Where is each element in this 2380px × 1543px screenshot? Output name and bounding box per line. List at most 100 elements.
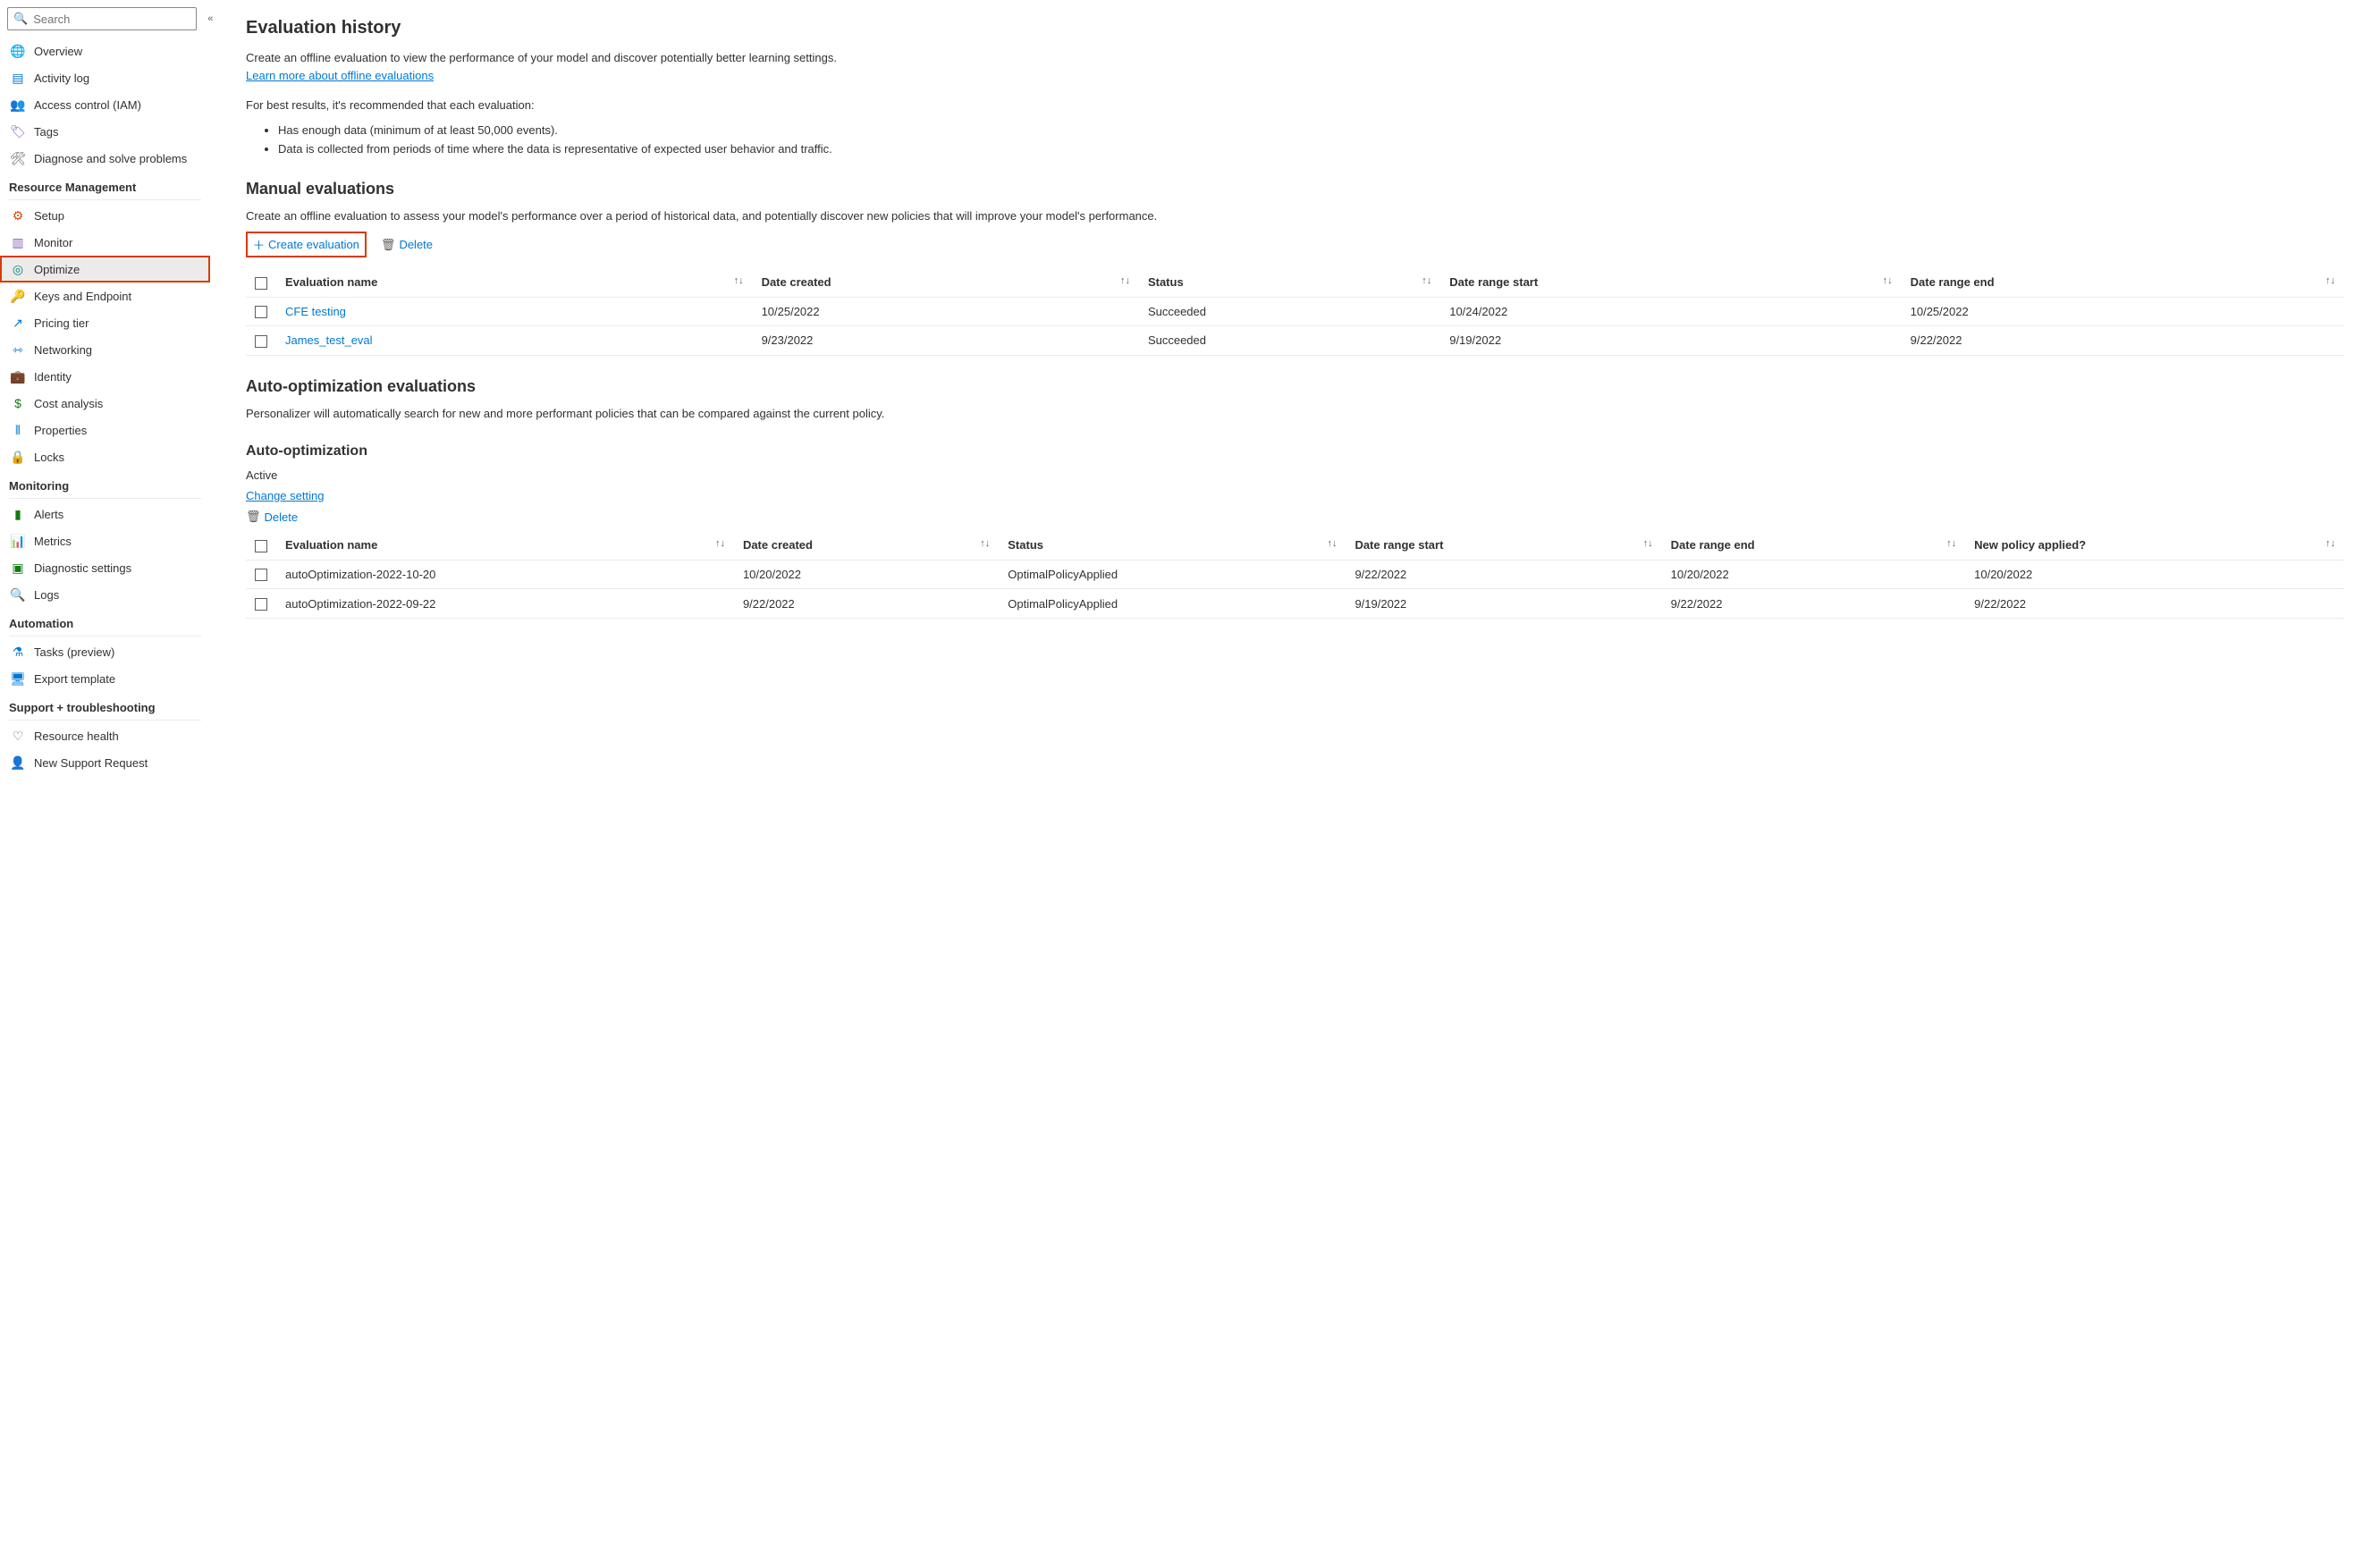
cell-name: CFE testing — [276, 297, 753, 326]
sidebar-item-overview[interactable]: 🌐 Overview — [0, 38, 210, 64]
sidebar-item-logs[interactable]: 🔍Logs — [0, 581, 210, 608]
sidebar-item-keys-and-endpoint[interactable]: 🔑Keys and Endpoint — [0, 282, 210, 309]
best-results-text: For best results, it's recommended that … — [246, 97, 2344, 114]
column-label: Date range end — [1671, 538, 1755, 552]
sidebar-item-diagnose-and-solve-problems[interactable]: 🛠Diagnose and solve problems — [0, 145, 210, 172]
sidebar-item-tags[interactable]: 🏷Tags — [0, 118, 210, 145]
delete-button[interactable]: 🗑 Delete — [381, 238, 433, 252]
column-header[interactable]: Status↑↓ — [999, 531, 1346, 560]
column-header[interactable]: Date range start↑↓ — [1346, 531, 1661, 560]
sidebar-item-activity-log[interactable]: ▤Activity log — [0, 64, 210, 91]
cell-created: 9/23/2022 — [753, 326, 1139, 356]
change-setting-link[interactable]: Change setting — [246, 489, 324, 502]
column-header[interactable]: New policy applied?↑↓ — [1965, 531, 2344, 560]
select-all-checkbox[interactable] — [255, 277, 267, 290]
autoopt-table: Evaluation name↑↓Date created↑↓Status↑↓D… — [246, 531, 2344, 619]
evaluation-link[interactable]: CFE testing — [285, 305, 346, 318]
divider — [9, 199, 201, 200]
sidebar-item-label: Pricing tier — [34, 316, 89, 330]
sidebar-item-label: Monitor — [34, 236, 72, 249]
column-label: Status — [1008, 538, 1043, 552]
manual-toolbar: ＋ Create evaluation 🗑 Delete — [246, 224, 2344, 265]
trash-icon: 🗑 — [246, 510, 261, 524]
evaluation-link[interactable]: James_test_eval — [285, 333, 373, 347]
create-evaluation-button[interactable]: ＋ Create evaluation — [253, 236, 359, 253]
select-all-checkbox[interactable] — [255, 540, 267, 552]
row-checkbox[interactable] — [255, 306, 267, 318]
page-title: Evaluation history — [246, 18, 2344, 38]
cell-name: autoOptimization-2022-10-20 — [276, 560, 734, 589]
column-header[interactable]: Date created↑↓ — [734, 531, 999, 560]
cell-status: Succeeded — [1139, 326, 1440, 356]
sidebar-item-label: Access control (IAM) — [34, 98, 141, 112]
search-box[interactable]: 🔍 — [7, 7, 197, 30]
overview-icon: 🌐 — [11, 44, 25, 58]
column-header[interactable]: Date range start↑↓ — [1440, 268, 1901, 297]
sidebar-item-properties[interactable]: ⦀Properties — [0, 417, 210, 443]
column-header[interactable]: Date created↑↓ — [753, 268, 1139, 297]
table-row: James_test_eval 9/23/2022Succeeded9/19/20… — [246, 326, 2344, 356]
learn-more-link[interactable]: Learn more about offline evaluations — [246, 69, 434, 82]
column-header[interactable]: Status↑↓ — [1139, 268, 1440, 297]
sidebar-item-label: Locks — [34, 451, 64, 464]
intro-line1: Create an offline evaluation to view the… — [246, 51, 837, 64]
sidebar-item-label: New Support Request — [34, 756, 148, 770]
cell-start: 9/19/2022 — [1440, 326, 1901, 356]
row-checkbox[interactable] — [255, 335, 267, 348]
sidebar-item-networking[interactable]: ⇿Networking — [0, 336, 210, 363]
sidebar-item-label: Overview — [34, 45, 82, 58]
sidebar-item-optimize[interactable]: ◎Optimize — [0, 256, 210, 282]
sidebar-item-tasks-preview-[interactable]: ⚗Tasks (preview) — [0, 638, 210, 665]
column-header[interactable]: Evaluation name↑↓ — [276, 531, 734, 560]
sidebar-item-alerts[interactable]: ▮Alerts — [0, 501, 210, 527]
sort-icon: ↑↓ — [980, 538, 990, 549]
sidebar-item-diagnostic-settings[interactable]: ▣Diagnostic settings — [0, 554, 210, 581]
sidebar-item-export-template[interactable]: 🖥Export template — [0, 665, 210, 692]
column-header[interactable]: Date range end ↑↓ — [1902, 268, 2344, 297]
column-header[interactable]: Date range end↑↓ — [1662, 531, 1965, 560]
sidebar-item-pricing-tier[interactable]: ↗Pricing tier — [0, 309, 210, 336]
sidebar-item-label: Setup — [34, 209, 64, 223]
cell-name: James_test_eval — [276, 326, 753, 356]
sidebar-item-monitor[interactable]: ▥Monitor — [0, 229, 210, 256]
metrics-icon: 📊 — [11, 534, 25, 548]
column-label: Date range start — [1449, 275, 1538, 289]
cell-applied: 9/22/2022 — [1965, 589, 2344, 619]
sidebar-item-label: Optimize — [34, 263, 80, 276]
sidebar-item-resource-health[interactable]: ♡Resource health — [0, 722, 210, 749]
row-checkbox[interactable] — [255, 598, 267, 611]
export-template-icon: 🖥 — [11, 671, 25, 686]
sort-icon: ↑↓ — [2325, 275, 2335, 286]
diagnostic-settings-icon: ▣ — [11, 561, 25, 575]
search-icon: 🔍 — [13, 12, 28, 26]
cell-end: 9/22/2022 — [1902, 326, 2344, 356]
cell-end: 10/20/2022 — [1662, 560, 1965, 589]
sidebar-item-label: Resource health — [34, 729, 119, 743]
column-label: Date range end — [1911, 275, 1995, 289]
manual-desc: Create an offline evaluation to assess y… — [246, 207, 2344, 225]
autoopt-delete-button[interactable]: 🗑 Delete — [246, 510, 298, 524]
sidebar-item-new-support-request[interactable]: 👤New Support Request — [0, 749, 210, 776]
sidebar-item-metrics[interactable]: 📊Metrics — [0, 527, 210, 554]
cost-analysis-icon: $ — [11, 396, 25, 410]
section-header: Monitoring — [0, 470, 210, 496]
cell-start: 10/24/2022 — [1440, 297, 1901, 326]
column-label: New policy applied? — [1974, 538, 2086, 552]
sidebar-item-label: Tasks (preview) — [34, 645, 114, 659]
sidebar-item-setup[interactable]: ⚙Setup — [0, 202, 210, 229]
delete-label: Delete — [399, 238, 433, 251]
sidebar-item-cost-analysis[interactable]: $Cost analysis — [0, 390, 210, 417]
cell-start: 9/22/2022 — [1346, 560, 1661, 589]
sidebar-item-locks[interactable]: 🔒Locks — [0, 443, 210, 470]
divider — [9, 720, 201, 721]
sidebar-item-label: Diagnose and solve problems — [34, 152, 187, 165]
autoopt-desc: Personalizer will automatically search f… — [246, 405, 2344, 423]
search-input[interactable] — [33, 13, 190, 26]
sidebar-item-label: Tags — [34, 125, 58, 139]
column-header[interactable]: Evaluation name↑↓ — [276, 268, 753, 297]
sidebar-item-label: Activity log — [34, 72, 89, 85]
sidebar-item-identity[interactable]: 💼Identity — [0, 363, 210, 390]
sidebar-item-access-control-iam-[interactable]: 👥Access control (IAM) — [0, 91, 210, 118]
row-checkbox[interactable] — [255, 569, 267, 581]
recommendation-item: Data is collected from periods of time w… — [278, 140, 2344, 158]
